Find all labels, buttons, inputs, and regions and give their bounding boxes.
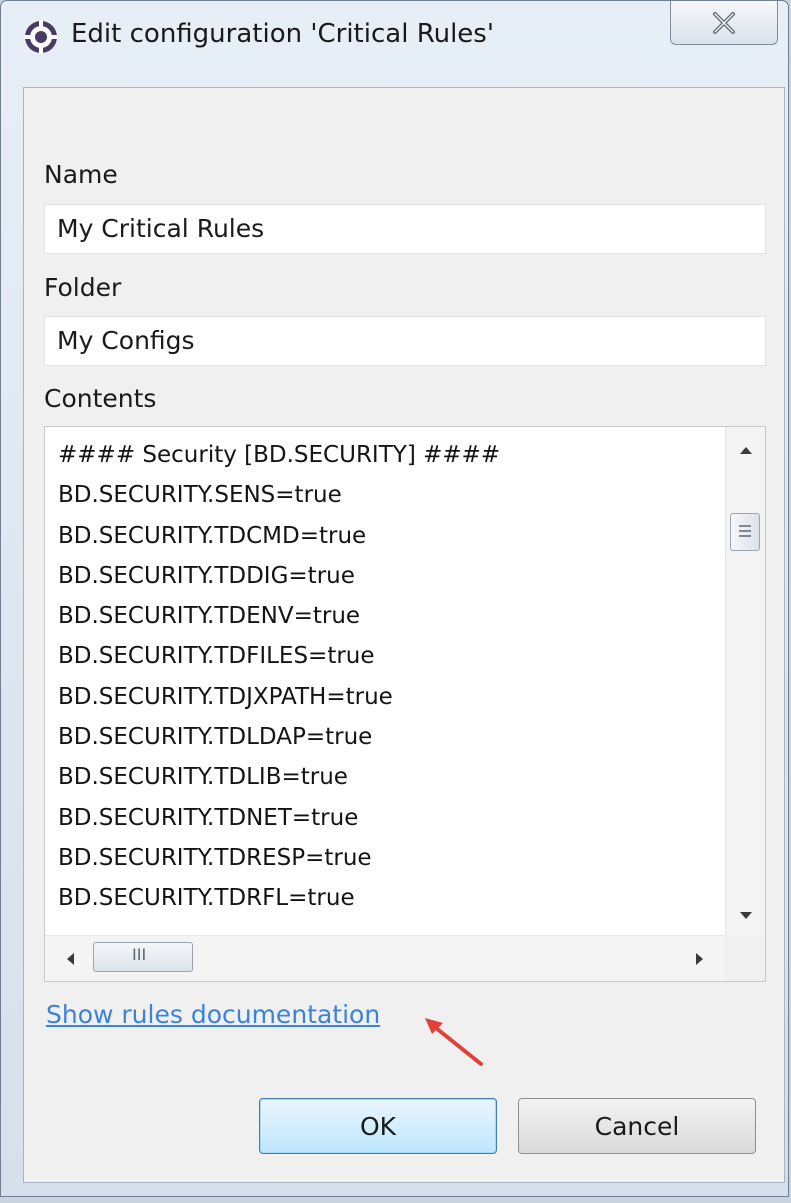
- annotation-arrow-icon: [425, 1018, 483, 1066]
- scroll-left-icon[interactable]: [65, 952, 75, 966]
- scroll-right-icon[interactable]: [695, 952, 705, 966]
- ok-button[interactable]: OK: [259, 1098, 497, 1154]
- window-title: Edit configuration 'Critical Rules': [71, 19, 494, 49]
- contents-line: BD.SECURITY.TDRFL=true: [58, 885, 355, 912]
- app-gear-icon: [24, 20, 58, 54]
- close-icon: [713, 11, 735, 34]
- folder-label: Folder: [44, 273, 122, 302]
- contents-line: BD.SECURITY.TDNET=true: [58, 804, 359, 831]
- dialog-window: Edit configuration 'Critical Rules' Name…: [0, 0, 789, 1197]
- grip-icon: [739, 525, 751, 537]
- contents-textarea[interactable]: #### Security [BD.SECURITY] #### BD.SECU…: [44, 426, 766, 982]
- scroll-up-icon[interactable]: [738, 445, 754, 455]
- contents-line: #### Security [BD.SECURITY] ####: [58, 442, 501, 468]
- contents-line: BD.SECURITY.TDJXPATH=true: [58, 683, 393, 710]
- contents-line: BD.SECURITY.TDRESP=true: [58, 844, 372, 871]
- contents-line: BD.SECURITY.SENS=true: [58, 482, 342, 509]
- show-rules-documentation-link[interactable]: Show rules documentation: [46, 1000, 380, 1029]
- close-button[interactable]: [670, 1, 778, 45]
- cancel-button[interactable]: Cancel: [518, 1098, 756, 1154]
- dialog-body: Name My Critical Rules Folder My Configs…: [23, 87, 785, 1183]
- horizontal-scroll-thumb[interactable]: III: [93, 942, 193, 972]
- name-input[interactable]: My Critical Rules: [44, 204, 766, 254]
- contents-line: BD.SECURITY.TDLIB=true: [58, 764, 348, 791]
- folder-input[interactable]: My Configs: [44, 316, 766, 366]
- title-bar[interactable]: Edit configuration 'Critical Rules': [1, 1, 788, 87]
- contents-line: BD.SECURITY.TDFILES=true: [58, 643, 375, 670]
- vertical-scroll-thumb[interactable]: [730, 513, 760, 551]
- contents-line: BD.SECURITY.TDLDAP=true: [58, 724, 373, 751]
- name-label: Name: [44, 160, 118, 189]
- contents-line: BD.SECURITY.TDENV=true: [58, 603, 361, 630]
- contents-text: #### Security [BD.SECURITY] #### BD.SECU…: [58, 435, 718, 919]
- scroll-corner: [725, 935, 765, 981]
- vertical-scrollbar[interactable]: [725, 427, 765, 935]
- scroll-down-icon[interactable]: [738, 911, 754, 921]
- contents-line: BD.SECURITY.TDDIG=true: [58, 562, 355, 589]
- contents-label: Contents: [44, 384, 157, 413]
- horizontal-scrollbar[interactable]: III: [45, 935, 725, 981]
- grip-icon: III: [132, 945, 147, 964]
- contents-line: BD.SECURITY.TDCMD=true: [58, 522, 367, 549]
